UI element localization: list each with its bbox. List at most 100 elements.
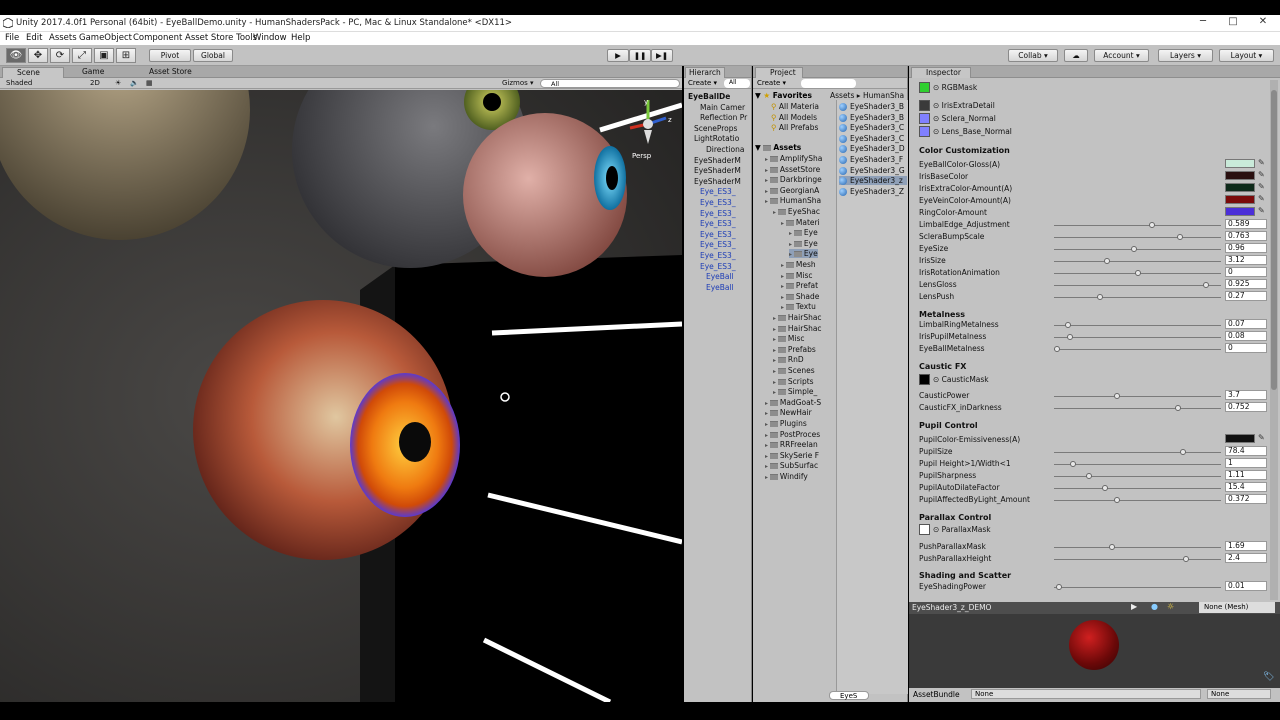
- hierarchy-item[interactable]: EyeShaderM: [694, 177, 741, 186]
- slider-track[interactable]: [1054, 556, 1221, 562]
- folder-item[interactable]: ▸ GeorgianA: [765, 186, 819, 195]
- slider-value-field[interactable]: 0: [1225, 343, 1267, 353]
- slider-knob[interactable]: [1182, 556, 1189, 562]
- hierarchy-item[interactable]: EyeShaderM: [694, 156, 741, 165]
- slider-knob[interactable]: [1108, 544, 1115, 550]
- slider-value-field[interactable]: 0.372: [1225, 494, 1267, 504]
- hierarchy-item[interactable]: SceneProps: [694, 124, 737, 133]
- slider-knob[interactable]: [1202, 282, 1209, 288]
- slider-value-field[interactable]: 78.4: [1225, 446, 1267, 456]
- color-swatch[interactable]: [1225, 195, 1255, 204]
- eyedropper-icon[interactable]: ✎: [1258, 206, 1265, 215]
- folder-item[interactable]: ▸ Scenes: [773, 366, 815, 375]
- asset-item[interactable]: EyeShader3_Z: [839, 187, 907, 196]
- slider-track[interactable]: [1054, 270, 1221, 276]
- slider-value-field[interactable]: 0.752: [1225, 402, 1267, 412]
- inspector-scroll-thumb[interactable]: [1271, 90, 1277, 390]
- slider-knob[interactable]: [1070, 461, 1077, 467]
- slider-track[interactable]: [1054, 393, 1221, 399]
- slider-value-field[interactable]: 3.7: [1225, 390, 1267, 400]
- preview-tag-icon[interactable]: 🏷: [1263, 672, 1274, 682]
- hierarchy-item[interactable]: Eye_ES3_: [700, 230, 736, 239]
- asset-item[interactable]: EyeShader3_B: [839, 102, 907, 111]
- slider-value-field[interactable]: 0.08: [1225, 331, 1267, 341]
- favorites-header[interactable]: ▼ ★ Favorites: [755, 91, 812, 100]
- hierarchy-item[interactable]: Eye_ES3_: [700, 251, 736, 260]
- inspector-scrollbar[interactable]: [1270, 80, 1278, 600]
- slider-value-field[interactable]: 0.96: [1225, 243, 1267, 253]
- folder-item[interactable]: ▸ NewHair: [765, 408, 812, 417]
- slider-knob[interactable]: [1180, 449, 1187, 455]
- slider-value-field[interactable]: 3.12: [1225, 255, 1267, 265]
- slider-value-field[interactable]: 15.4: [1225, 482, 1267, 492]
- menu-asset-store-tools[interactable]: Asset Store Tools: [185, 33, 257, 43]
- folder-item[interactable]: ▸ HumanSha: [765, 196, 821, 205]
- folder-item[interactable]: ▸ HairShac: [773, 324, 822, 333]
- favorite-item[interactable]: ⚲ All Prefabs: [771, 123, 818, 132]
- hierarchy-item[interactable]: Eye_ES3_: [700, 240, 736, 249]
- folder-item[interactable]: ▸ SubSurfac: [765, 461, 818, 470]
- tab-asset-store[interactable]: Asset Store: [135, 67, 215, 78]
- folder-item[interactable]: ▸ Misc: [781, 271, 813, 280]
- lighting-toggle-icon[interactable]: ☀: [115, 79, 121, 87]
- maximize-button[interactable]: □: [1218, 16, 1248, 31]
- folder-item[interactable]: ▸ Eye: [789, 239, 818, 248]
- texture-picker-icon[interactable]: ⊙: [933, 127, 942, 136]
- hierarchy-item[interactable]: Eye_ES3_: [700, 187, 736, 196]
- global-toggle[interactable]: Global: [193, 49, 233, 62]
- hierarchy-item[interactable]: EyeShaderM: [694, 166, 741, 175]
- persp-label[interactable]: Persp: [632, 152, 651, 160]
- pivot-toggle[interactable]: Pivot: [149, 49, 191, 62]
- favorite-item[interactable]: ⚲ All Models: [771, 113, 817, 122]
- folder-item[interactable]: ▸ Eye: [789, 228, 818, 237]
- eyedropper-icon[interactable]: ✎: [1258, 158, 1265, 167]
- color-swatch[interactable]: [1225, 207, 1255, 216]
- texture-slot-icon[interactable]: [919, 126, 930, 137]
- slider-knob[interactable]: [1134, 270, 1141, 276]
- folder-item[interactable]: ▸ EyeShac: [773, 207, 820, 216]
- parallax-mask-slot-icon[interactable]: [919, 524, 930, 535]
- eyedropper-icon[interactable]: ✎: [1258, 182, 1265, 191]
- slider-knob[interactable]: [1065, 322, 1072, 328]
- slider-track[interactable]: [1054, 258, 1221, 264]
- asset-item[interactable]: EyeShader3_B: [839, 113, 907, 122]
- slider-value-field[interactable]: 0: [1225, 267, 1267, 277]
- hierarchy-item[interactable]: Eye_ES3_: [700, 198, 736, 207]
- slider-track[interactable]: [1054, 282, 1221, 288]
- minimize-button[interactable]: ─: [1188, 16, 1218, 31]
- scale-tool-icon[interactable]: ⤢: [72, 48, 92, 63]
- slider-value-field[interactable]: 1.69: [1225, 541, 1267, 551]
- preview-mesh-dropdown[interactable]: None (Mesh): [1199, 602, 1275, 613]
- hierarchy-item[interactable]: EyeBall: [706, 272, 734, 281]
- texture-slot-icon[interactable]: [919, 82, 930, 93]
- folder-item[interactable]: ▸ Windify: [765, 472, 808, 481]
- slider-track[interactable]: [1054, 485, 1221, 491]
- folder-item[interactable]: ▸ Plugins: [765, 419, 807, 428]
- menu-component[interactable]: Component: [133, 33, 182, 43]
- hierarchy-create-dropdown[interactable]: Create ▾: [688, 79, 717, 87]
- hierarchy-item[interactable]: Directiona: [706, 145, 744, 154]
- hierarchy-item[interactable]: Eye_ES3_: [700, 262, 736, 271]
- hierarchy-item[interactable]: Main Camer: [700, 103, 745, 112]
- slider-track[interactable]: [1054, 584, 1221, 590]
- folder-item[interactable]: ▸ RnD: [773, 355, 804, 364]
- color-swatch[interactable]: [1225, 183, 1255, 192]
- color-swatch[interactable]: [1225, 171, 1255, 180]
- slider-knob[interactable]: [1176, 234, 1183, 240]
- folder-item[interactable]: ▸ Mesh: [781, 260, 816, 269]
- assets-header[interactable]: ▼ Assets: [755, 143, 801, 152]
- tab-project[interactable]: Project: [755, 67, 803, 78]
- project-search-input[interactable]: [801, 79, 856, 88]
- slider-knob[interactable]: [1103, 258, 1110, 264]
- eyedropper-icon[interactable]: ✎: [1258, 170, 1265, 179]
- slider-knob[interactable]: [1175, 405, 1182, 411]
- hierarchy-item[interactable]: Reflection Pr: [700, 113, 747, 122]
- folder-item[interactable]: ▸ HairShac: [773, 313, 822, 322]
- slider-track[interactable]: [1054, 322, 1221, 328]
- eyedropper-icon[interactable]: ✎: [1258, 433, 1265, 442]
- cloud-icon[interactable]: ☁: [1064, 49, 1088, 62]
- audio-toggle-icon[interactable]: 🔈: [130, 79, 139, 87]
- hierarchy-item[interactable]: Eye_ES3_: [700, 219, 736, 228]
- slider-track[interactable]: [1054, 294, 1221, 300]
- texture-slot-icon[interactable]: [919, 100, 930, 111]
